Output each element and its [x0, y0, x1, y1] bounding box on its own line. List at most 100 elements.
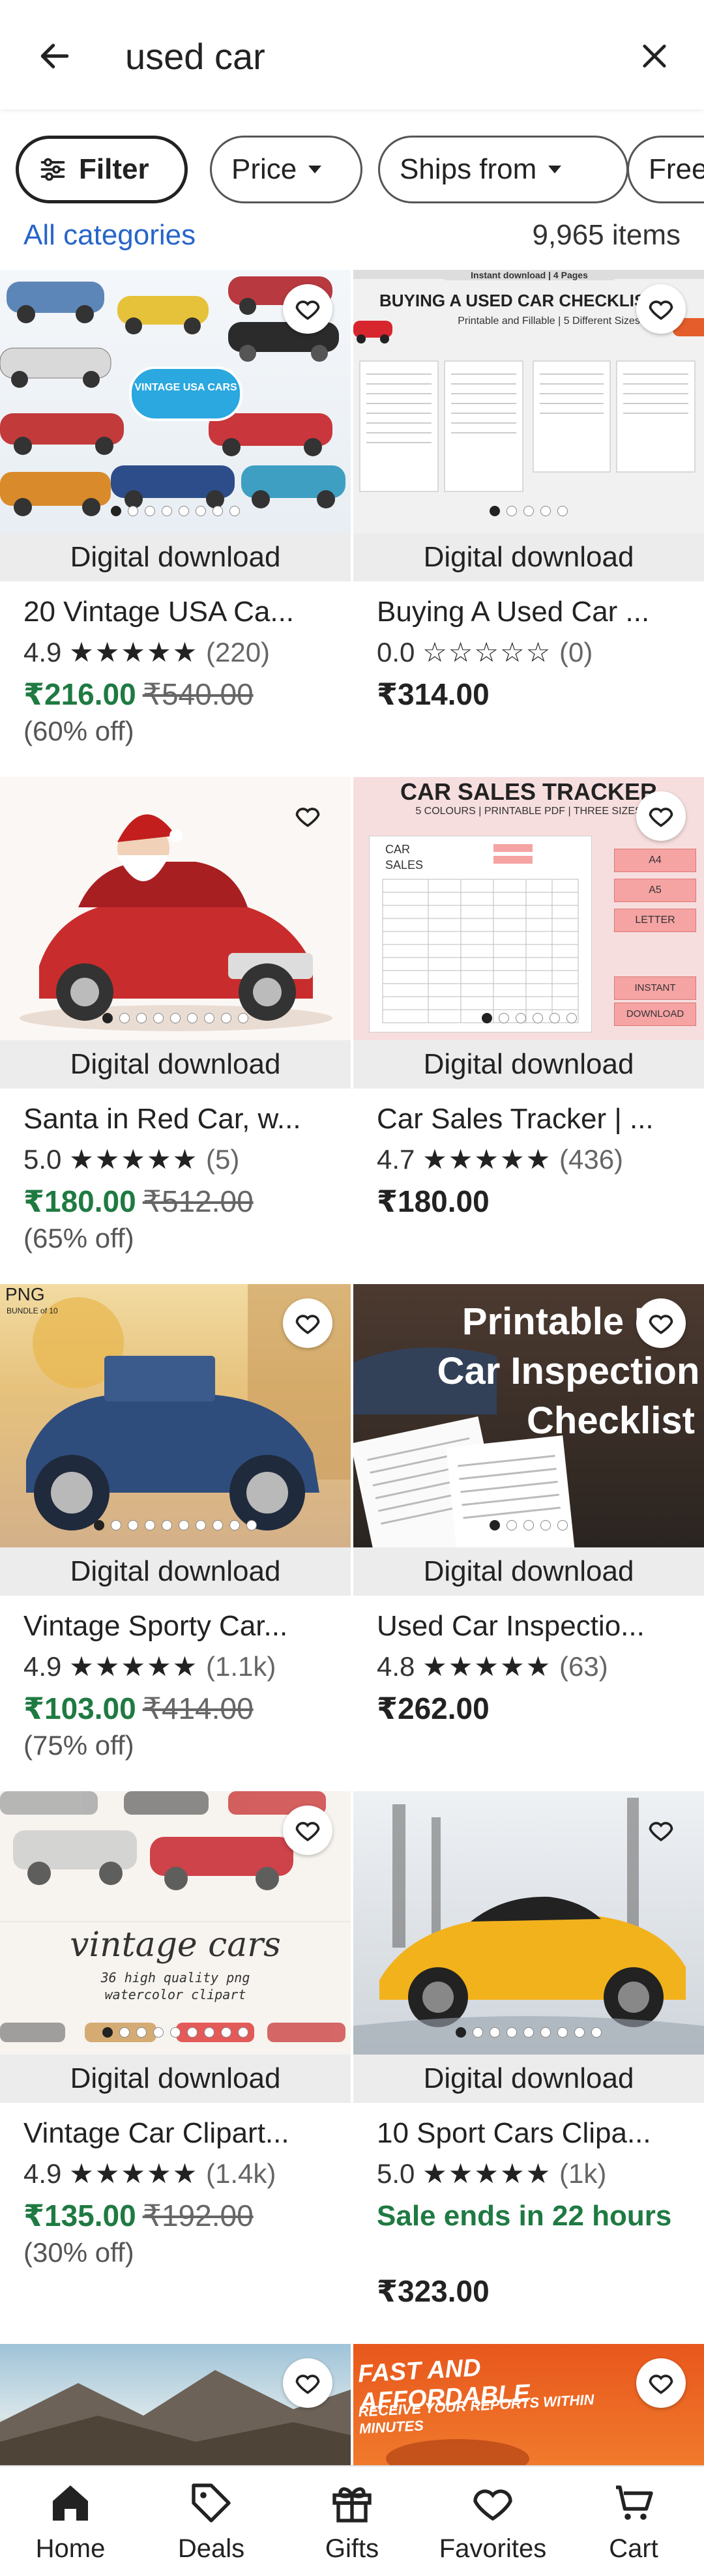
listing-title[interactable]: Buying A Used Car ... — [377, 596, 649, 628]
listing-image[interactable]: FAST AND AFFORDABLE RECEIVE YOUR REPORTS… — [353, 2344, 704, 2465]
favorite-heart-icon[interactable] — [636, 2358, 686, 2408]
listing-rating: 0.0 ☆☆☆☆☆ (0) — [377, 636, 593, 668]
price-chip[interactable]: Price — [210, 136, 362, 203]
free-chip-label: Free — [649, 153, 704, 185]
nav-favorites[interactable]: Favorites — [422, 2466, 563, 2576]
listing-title[interactable]: Vintage Car Clipart... — [23, 2117, 289, 2150]
star-rating-icon: ★★★★★ — [69, 2158, 199, 2189]
png-badge: PNG — [5, 1284, 45, 1304]
rating-value: 4.9 — [23, 2158, 62, 2189]
favorite-heart-icon[interactable] — [283, 2358, 332, 2408]
review-count: (1k) — [559, 2158, 607, 2189]
review-count: (220) — [206, 637, 271, 667]
listing-price: ₹103.00 ₹414.00 — [23, 1691, 254, 1726]
all-categories-link[interactable]: All categories — [23, 219, 196, 252]
listing-image[interactable]: Printable U Car Inspection Checklist — [353, 1284, 704, 1547]
carousel-dots — [451, 1013, 608, 1023]
sale-price: ₹135.00 — [23, 2199, 136, 2232]
nav-cart[interactable]: Cart — [563, 2466, 704, 2576]
digital-download-badge: Digital download — [353, 1547, 704, 1596]
thumb-title: vintage cars — [70, 1925, 281, 1965]
listing-rating: 4.7 ★★★★★ (436) — [377, 1143, 623, 1175]
nav-gifts[interactable]: Gifts — [282, 2466, 422, 2576]
sale-price: ₹180.00 — [23, 1184, 136, 1218]
star-rating-icon: ☆☆☆☆☆ — [422, 637, 552, 667]
nav-deals[interactable]: Deals — [141, 2466, 282, 2576]
filter-chips: Filter Price Ships from Free — [0, 136, 704, 209]
favorite-heart-icon[interactable] — [636, 284, 686, 334]
listing-title[interactable]: Santa in Red Car, w... — [23, 1103, 301, 1135]
listing-image[interactable]: Instant download | 4 Pages BUYING A USED… — [353, 270, 704, 533]
carousel-dots — [353, 1520, 704, 1530]
results-count: 9,965 items — [532, 219, 681, 251]
carousel-dots — [0, 2027, 351, 2038]
star-rating-icon: ★★★★★ — [422, 2158, 552, 2189]
listing-image[interactable]: PNG BUNDLE of 10 — [0, 1284, 351, 1547]
size-tag: A5 — [614, 879, 696, 902]
rating-value: 0.0 — [377, 637, 415, 667]
rating-value: 4.9 — [23, 1651, 62, 1682]
free-chip[interactable]: Free — [627, 136, 704, 203]
ships-from-label: Ships from — [400, 153, 537, 185]
nav-home-label: Home — [35, 2534, 106, 2563]
listing-image[interactable]: vintage cars 36 high quality png waterco… — [0, 1791, 351, 2055]
listing-title[interactable]: 20 Vintage USA Ca... — [23, 596, 294, 628]
review-count: (436) — [559, 1144, 624, 1175]
star-rating-icon: ★★★★★ — [69, 1144, 199, 1175]
listing-rating: 4.9 ★★★★★ (220) — [23, 636, 270, 668]
bundle-label: BUNDLE of 10 — [7, 1306, 58, 1315]
digital-download-badge: Digital download — [0, 1547, 351, 1596]
original-price: ₹414.00 — [142, 1691, 254, 1725]
favorite-heart-icon[interactable] — [283, 284, 332, 334]
ships-from-chip[interactable]: Ships from — [378, 136, 628, 203]
favorite-heart-icon[interactable] — [283, 1298, 332, 1348]
price-chip-label: Price — [231, 153, 297, 185]
discount-percent: (65% off) — [23, 1223, 134, 1253]
listing-image[interactable]: CAR SALES TRACKER 5 COLOURS | PRINTABLE … — [353, 777, 704, 1040]
back-arrow-icon[interactable] — [31, 33, 78, 80]
original-price: ₹512.00 — [142, 1184, 254, 1218]
listing-image[interactable] — [0, 777, 351, 1040]
listing-title[interactable]: Car Sales Tracker | ... — [377, 1103, 654, 1135]
gift-icon — [332, 2487, 372, 2523]
tag-label: DOWNLOAD — [614, 1003, 696, 1026]
tag-label: INSTANT — [614, 976, 696, 1000]
discount-percent: (75% off) — [23, 1730, 134, 1761]
price: ₹262.00 — [377, 1691, 490, 1725]
listing-rating: 4.8 ★★★★★ (63) — [377, 1650, 608, 1682]
search-header: used car — [0, 0, 704, 110]
search-query[interactable]: used car — [125, 35, 265, 78]
listing-price: ₹180.00 ₹512.00 — [23, 1184, 254, 1219]
carousel-dots — [0, 506, 351, 516]
favorite-heart-icon[interactable] — [636, 791, 686, 841]
listing-image[interactable]: VINTAGE USA CARS — [0, 270, 351, 533]
review-count: (0) — [559, 637, 593, 667]
listing-rating: 5.0 ★★★★★ (5) — [23, 1143, 239, 1175]
discount-percent: (30% off) — [23, 2237, 134, 2268]
filter-button[interactable]: Filter — [16, 136, 188, 203]
sale-price: ₹103.00 — [23, 1691, 136, 1725]
listing-image[interactable] — [353, 1791, 704, 2055]
digital-download-badge: Digital download — [0, 1040, 351, 1089]
favorite-heart-icon[interactable] — [283, 1806, 332, 1855]
listing-title[interactable]: Vintage Sporty Car... — [23, 1610, 287, 1643]
nav-home[interactable]: Home — [0, 2466, 141, 2576]
listing-rating: 4.9 ★★★★★ (1.1k) — [23, 1650, 276, 1682]
sale-price: ₹216.00 — [23, 677, 136, 711]
listing-image[interactable] — [0, 2344, 351, 2465]
listing-title[interactable]: Used Car Inspectio... — [377, 1610, 645, 1643]
digital-download-badge: Digital download — [0, 2055, 351, 2103]
sliders-icon — [40, 158, 65, 181]
favorite-heart-icon[interactable] — [636, 1806, 686, 1855]
digital-download-badge: Digital download — [353, 2055, 704, 2103]
thumb-subtitle: watercolor clipart — [104, 1987, 246, 2002]
listing-title[interactable]: 10 Sport Cars Clipa... — [377, 2117, 651, 2150]
favorite-heart-icon[interactable] — [283, 791, 332, 841]
star-rating-icon: ★★★★★ — [422, 1144, 552, 1175]
listing-price: ₹314.00 — [377, 677, 490, 712]
favorite-heart-icon[interactable] — [636, 1298, 686, 1348]
rating-value: 4.8 — [377, 1651, 415, 1682]
star-rating-icon: ★★★★★ — [69, 1651, 199, 1682]
review-count: (1.4k) — [206, 2158, 276, 2189]
clear-search-icon[interactable] — [631, 33, 678, 80]
